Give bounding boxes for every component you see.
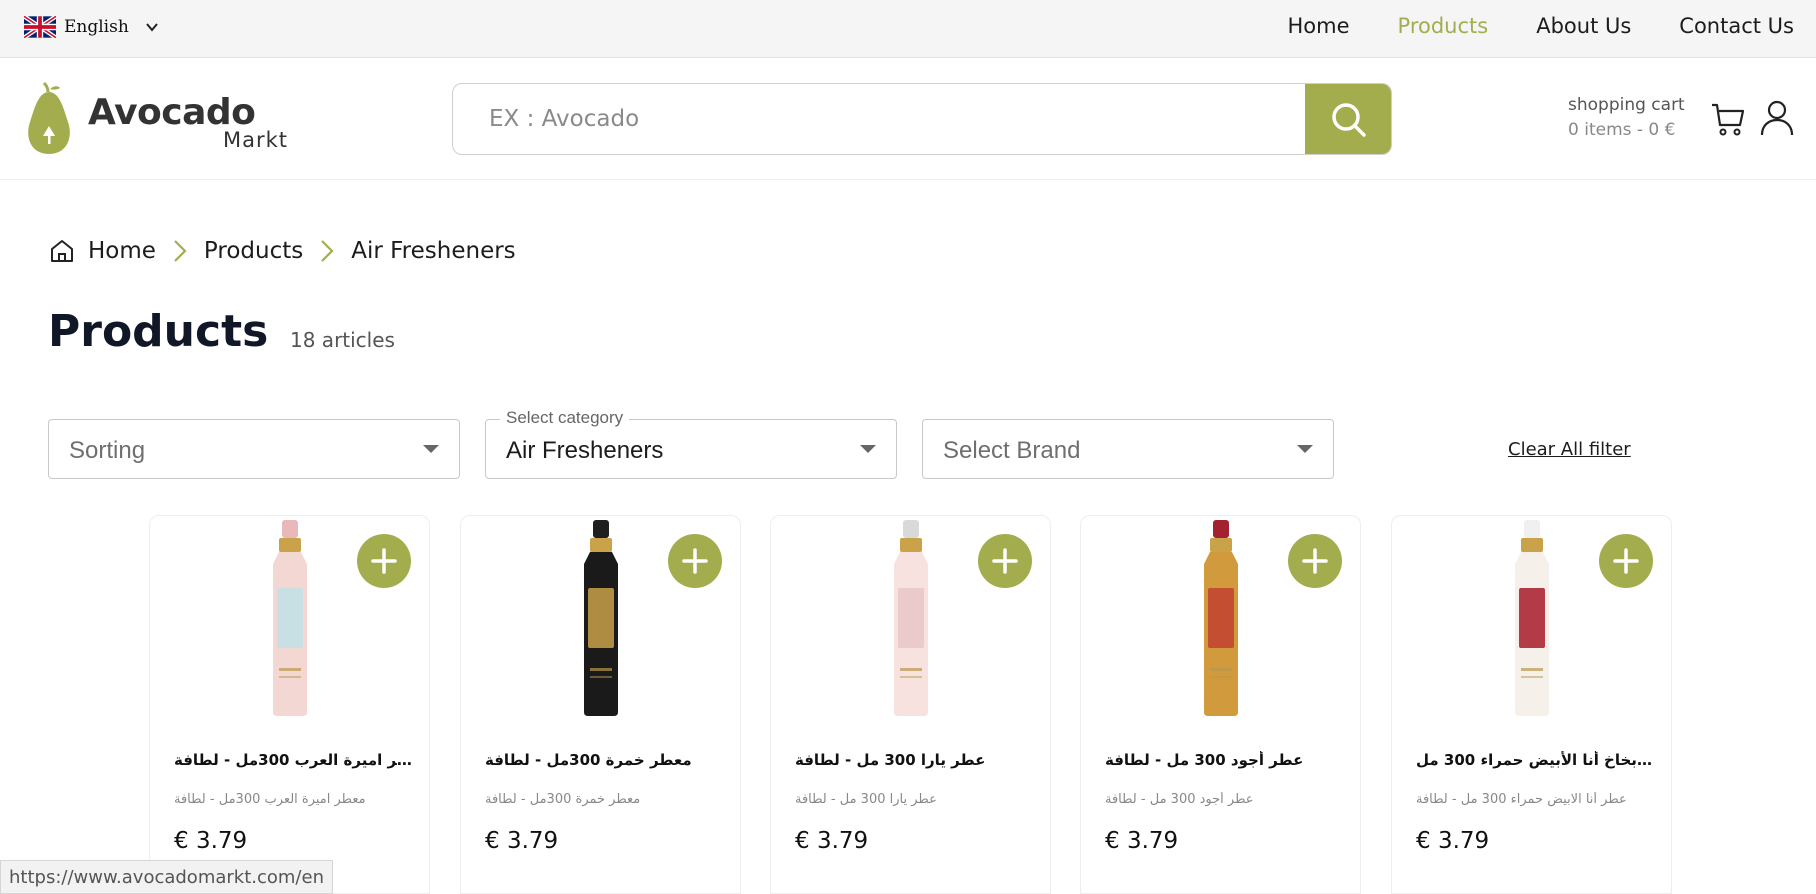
cart-summary[interactable]: shopping cart 0 items - 0 € (1568, 95, 1685, 140)
product-description: معطر اميرة العرب 300مل - لطافة (174, 792, 366, 807)
logo-wordmark: Avocado Markt (88, 92, 288, 152)
site-header: Avocado Markt shopping cart 0 items - 0 … (0, 59, 1816, 180)
user-account-icon[interactable] (1760, 99, 1794, 137)
brand-select[interactable]: Select Brand (922, 419, 1334, 479)
product-name[interactable]: معطر خمرة 300مل - لطافة (485, 751, 725, 769)
avocado-logo-icon (28, 82, 70, 154)
product-price: € 3.79 (795, 828, 869, 854)
product-card[interactable]: معطر خمرة 300مل - لطافة معطر خمرة 300مل -… (460, 515, 741, 894)
status-bar-url: https://www.avocadomarkt.com/en (0, 860, 333, 894)
search-icon (1332, 103, 1366, 137)
chevron-right-icon (321, 240, 334, 262)
breadcrumb-products[interactable]: Products (204, 238, 303, 264)
product-card[interactable]: معطر اميرة العرب 300مل - لطافة معطر اميرة… (149, 515, 430, 894)
nav-about-us[interactable]: About Us (1536, 14, 1631, 38)
dropdown-caret-icon (1297, 445, 1313, 453)
sorting-select[interactable]: Sorting (48, 419, 460, 479)
product-price: € 3.79 (1105, 828, 1179, 854)
spray-bottle-image (1514, 520, 1549, 716)
page-title: Products (48, 306, 269, 357)
site-logo[interactable]: Avocado Markt (24, 82, 288, 156)
product-card[interactable]: عطر أجود 300 مل - لطافة عطر أجود 300 مل -… (1080, 515, 1361, 894)
nav-home[interactable]: Home (1288, 14, 1350, 38)
breadcrumb: Home Products Air Fresheners (48, 234, 516, 268)
breadcrumb-air-fresheners[interactable]: Air Fresheners (351, 238, 515, 264)
sorting-value: Sorting (69, 437, 146, 464)
plus-icon (1302, 548, 1328, 574)
product-price: € 3.79 (485, 828, 559, 854)
add-to-cart-button[interactable] (1599, 534, 1653, 588)
add-to-cart-button[interactable] (978, 534, 1032, 588)
article-count: 18 articles (290, 328, 395, 352)
chevron-right-icon (174, 240, 187, 262)
logo-name: Avocado (88, 92, 256, 133)
product-name[interactable]: عطر بخاخ أنا الأبيض حمراء 300 مل... (1416, 751, 1656, 769)
top-bar: English Home Products About Us Contact U… (0, 0, 1816, 58)
plus-icon (682, 548, 708, 574)
brand-value: Select Brand (943, 437, 1081, 464)
product-price: € 3.79 (174, 828, 248, 854)
add-to-cart-button[interactable] (668, 534, 722, 588)
plus-icon (371, 548, 397, 574)
category-value: Air Fresheners (506, 437, 664, 464)
nav-contact-us[interactable]: Contact Us (1679, 14, 1794, 38)
product-description: عطر يارا 300 مل - لطافة (795, 792, 937, 807)
uk-flag-icon (24, 16, 56, 38)
product-card[interactable]: عطر يارا 300 مل - لطافة عطر يارا 300 مل -… (770, 515, 1051, 894)
clear-all-filter-link[interactable]: Clear All filter (1508, 439, 1631, 460)
shopping-cart-icon[interactable] (1710, 101, 1746, 137)
cart-items-total: 0 items - 0 € (1568, 120, 1676, 140)
add-to-cart-button[interactable] (1288, 534, 1342, 588)
spray-bottle-image (583, 520, 618, 716)
cart-title: shopping cart (1568, 95, 1685, 115)
logo-subtitle: Markt (222, 128, 288, 152)
language-label: English (64, 17, 129, 37)
spray-bottle-image (893, 520, 928, 716)
plus-icon (992, 548, 1018, 574)
product-description: عطر أجود 300 مل - لطافة (1105, 792, 1254, 807)
dropdown-caret-icon (860, 445, 876, 453)
breadcrumb-home[interactable]: Home (88, 238, 156, 264)
home-icon[interactable] (48, 237, 76, 265)
product-name[interactable]: عطر يارا 300 مل - لطافة (795, 751, 1035, 769)
top-navigation: Home Products About Us Contact Us (1288, 14, 1794, 38)
dropdown-caret-icon (423, 445, 439, 453)
plus-icon (1613, 548, 1639, 574)
product-description: معطر خمرة 300مل - لطافة (485, 792, 641, 807)
product-price: € 3.79 (1416, 828, 1490, 854)
search-bar (452, 83, 1392, 155)
nav-products[interactable]: Products (1398, 14, 1489, 38)
add-to-cart-button[interactable] (357, 534, 411, 588)
product-card[interactable]: عطر بخاخ أنا الأبيض حمراء 300 مل... عطر أ… (1391, 515, 1672, 894)
search-button[interactable] (1305, 84, 1391, 154)
product-name[interactable]: معطر اميرة العرب 300مل - لطافة (174, 751, 414, 769)
language-selector[interactable]: English (24, 16, 159, 38)
product-name[interactable]: عطر أجود 300 مل - لطافة (1105, 751, 1345, 769)
chevron-down-icon (146, 23, 158, 32)
category-label: Select category (500, 408, 630, 428)
search-input[interactable] (453, 84, 1308, 154)
product-description: عطر أنا الابيض حمراء 300 مل - لطافة (1416, 792, 1627, 807)
category-select[interactable]: Select category Air Fresheners (485, 408, 897, 479)
spray-bottle-image (272, 520, 307, 716)
spray-bottle-image (1203, 520, 1238, 716)
